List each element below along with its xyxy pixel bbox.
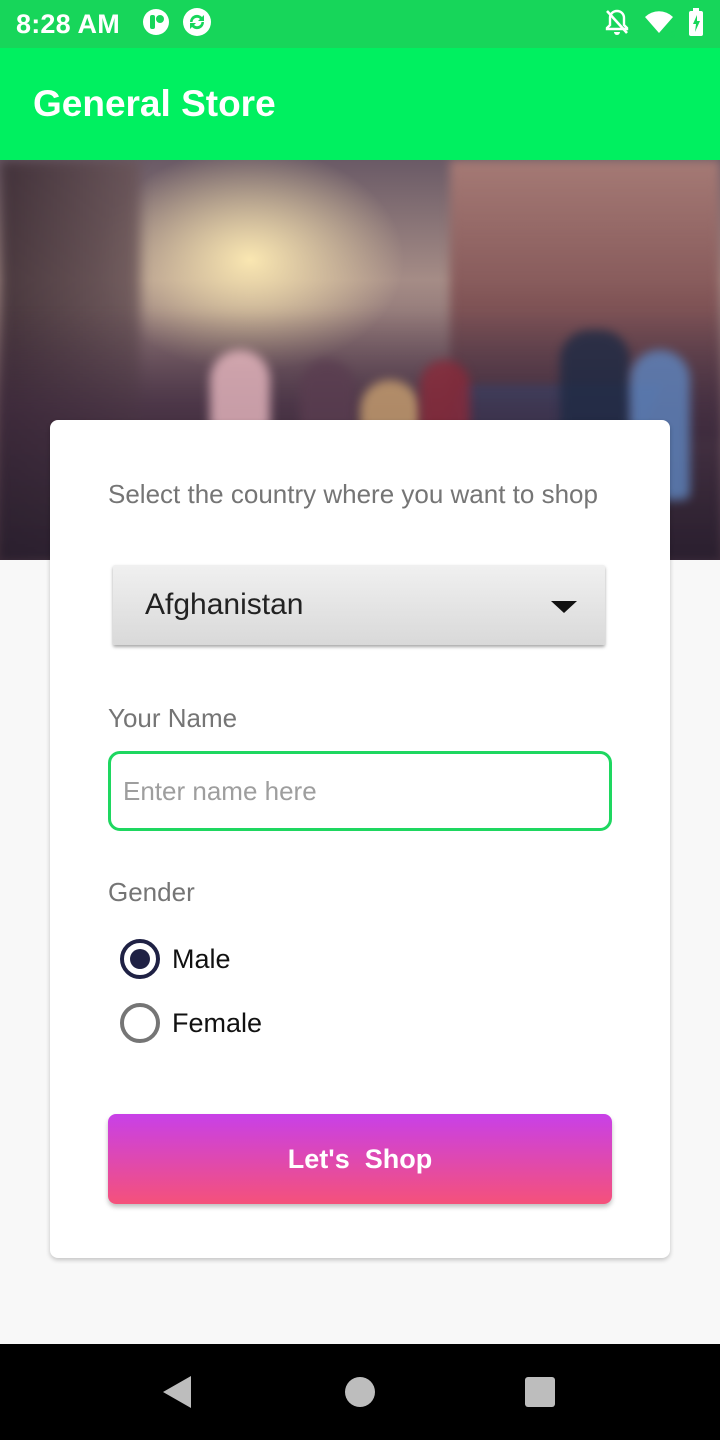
radio-female[interactable]: Female [120, 1003, 262, 1043]
status-bar: 8:28 AM 5 [0, 0, 720, 48]
country-label: Select the country where you want to sho… [108, 479, 598, 509]
country-selected-value: Afghanistan [145, 588, 304, 621]
app-title: General Store [33, 83, 276, 124]
lets-shop-button[interactable]: Let's Shop [108, 1114, 612, 1204]
gender-label: Gender [108, 877, 195, 907]
app-notification-icon [142, 8, 170, 41]
nav-bar [0, 1344, 720, 1440]
status-left-icons [142, 7, 212, 42]
form-card: Select the country where you want to sho… [50, 420, 670, 1258]
wifi-badge: 5 [668, 28, 675, 41]
screen: 8:28 AM 5 General Store Select the count… [0, 0, 720, 1440]
name-label: Your Name [108, 703, 238, 733]
dropdown-arrow-icon [551, 601, 577, 613]
battery-charging-icon [688, 7, 704, 41]
country-spinner[interactable]: Afghanistan [113, 565, 605, 645]
back-icon[interactable] [163, 1376, 191, 1408]
name-input[interactable] [108, 751, 612, 831]
recents-icon[interactable] [525, 1377, 555, 1407]
radio-male[interactable]: Male [120, 939, 231, 979]
status-right-icons: 5 [604, 7, 704, 41]
home-icon[interactable] [345, 1377, 375, 1407]
wifi-icon: 5 [644, 9, 675, 41]
radio-female-label: Female [172, 1007, 263, 1038]
status-time: 8:28 AM [16, 8, 120, 39]
sync-app-icon [182, 7, 212, 42]
radio-checked-icon[interactable] [120, 939, 160, 979]
app-bar: General Store [0, 48, 720, 160]
radio-unchecked-icon[interactable] [120, 1003, 160, 1043]
radio-male-label: Male [172, 943, 231, 974]
notifications-off-icon [604, 8, 630, 41]
